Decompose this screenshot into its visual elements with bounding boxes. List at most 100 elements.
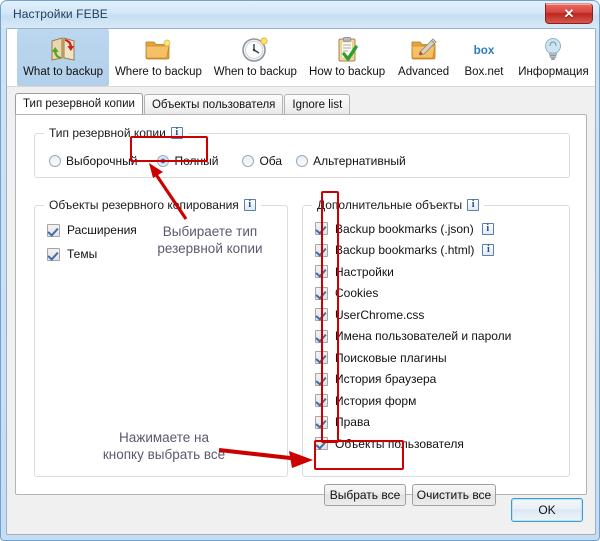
toolbar-label: What to backup [23,66,103,78]
tab-ignore-list[interactable]: Ignore list [284,94,351,114]
checkbox-label: История браузера [335,372,437,387]
toolbar-label: Where to backup [114,66,202,78]
toolbar-item-advanced[interactable]: Advanced [391,29,456,86]
checkbox-browser-history[interactable]: История браузера [315,369,511,391]
clock-icon [239,33,271,65]
checkbox-label: История форм [335,393,417,408]
radio-alternative[interactable]: Альтернативный [292,152,416,170]
additional-objects-legend: Дополнительные объекты [312,198,485,212]
backup-objects-legend-text: Объекты резервного копирования [49,198,239,212]
checkbox-label: Расширения [67,223,137,237]
checkbox-indicator [315,265,328,279]
checkbox-form-history[interactable]: История форм [315,390,511,412]
toolbar-label: How to backup [309,66,386,78]
svg-text:box: box [474,44,495,57]
checkbox-permissions[interactable]: Права [315,412,511,434]
checkbox-label: UserChrome.css [335,307,425,322]
checkbox-label: Backup bookmarks (.html) [335,243,475,258]
backup-type-legend-text: Тип резервной копии [49,126,166,140]
folder-icon [142,33,174,65]
checkbox-usernames-passwords[interactable]: Имена пользователей и пароли [315,326,511,348]
checkbox-label: Поисковые плагины [335,350,447,365]
radio-label: Оба [259,154,283,168]
checkbox-settings[interactable]: Настройки [315,261,511,283]
ok-button[interactable]: OK [511,498,583,522]
window-title: Настройки FEBE [13,7,108,21]
annotation-backup-type-text: Выбираете тип резервной копии [157,224,263,256]
backup-type-group: Тип резервной копии Выборочный Полный Об… [34,126,570,178]
ok-button-label: OK [538,503,556,517]
backup-type-radio-row: Выборочный Полный Оба Альтернативный [45,152,416,170]
checkbox-backup-bookmarks-html[interactable]: Backup bookmarks (.html) [315,240,474,262]
tab-backup-type[interactable]: Тип резервной копии [15,93,143,114]
checkbox-indicator [315,222,328,236]
checkbox-indicator [47,223,60,237]
checkbox-label: Cookies [335,286,379,301]
folder-pencil-icon [408,33,440,65]
radio-indicator [242,155,255,167]
checkbox-label: Темы [67,247,98,261]
checkbox-indicator [315,329,328,343]
radio-indicator [296,155,309,167]
close-button[interactable]: ✕ [545,3,593,24]
checkbox-label: Имена пользователей и пароли [335,329,512,344]
box-logo-icon: box [468,33,500,65]
select-all-button[interactable]: Выбрать все [324,484,406,506]
checkbox-label: Backup bookmarks (.json) [335,221,474,236]
backup-type-legend: Тип резервной копии [44,126,188,140]
checkbox-indicator [315,243,328,257]
toolbar-item-box-net[interactable]: box Box.net [456,29,512,86]
toolbar-label: Информация [518,66,589,78]
checkbox-indicator [315,308,328,322]
clear-all-button[interactable]: Очистить все [412,484,496,506]
backup-objects-list: Расширения Темы [47,220,137,264]
info-icon[interactable] [481,222,494,235]
radio-selective[interactable]: Выборочный [45,152,147,170]
additional-objects-legend-text: Дополнительные объекты [317,198,463,212]
checkbox-indicator [315,394,328,408]
settings-window: Настройки FEBE ✕ What to backup Where to… [0,0,600,541]
lightbulb-icon [537,33,569,65]
checkbox-search-plugins[interactable]: Поисковые плагины [315,347,511,369]
close-icon: ✕ [563,6,575,21]
checkbox-label: Права [335,415,370,430]
radio-label: Альтернативный [313,154,406,168]
clipboard-check-icon [331,33,363,65]
info-icon[interactable] [170,127,183,139]
checkbox-label: Настройки [335,264,394,279]
radio-label: Полный [174,154,219,168]
tab-strip: Тип резервной копии Объекты пользователя… [15,93,595,114]
additional-objects-group: Дополнительные объекты Backup bookmarks … [302,198,570,477]
radio-indicator [49,155,61,167]
toolbar-item-how-to-backup[interactable]: How to backup [303,29,391,86]
radio-both[interactable]: Оба [234,152,292,170]
checkbox-indicator [315,415,328,429]
info-icon[interactable] [482,244,495,257]
checkbox-extensions[interactable]: Расширения [47,220,137,240]
toolbar-item-what-to-backup[interactable]: What to backup [17,29,110,86]
checkbox-label: Объекты пользователя [335,436,464,451]
checkbox-backup-bookmarks-json[interactable]: Backup bookmarks (.json) [315,218,474,240]
checkbox-themes[interactable]: Темы [47,244,137,264]
tab-user-objects[interactable]: Объекты пользователя [143,94,284,114]
checkbox-indicator [315,372,328,386]
info-icon[interactable] [243,199,256,211]
additional-objects-list: Backup bookmarks (.json) Backup bookmark… [315,218,511,455]
checkbox-indicator [315,351,328,365]
checkbox-userchrome-css[interactable]: UserChrome.css [315,304,511,326]
toolbar-label: When to backup [213,66,297,78]
list-item: Backup bookmarks (.html) [315,240,511,262]
annotation-select-all-text: Нажимаете на кнопку выбрать все [102,430,226,462]
radio-indicator [157,155,170,167]
info-icon[interactable] [467,199,480,211]
list-item: Backup bookmarks (.json) [315,218,511,240]
checkbox-user-objects[interactable]: Объекты пользователя [315,433,511,455]
title-bar: Настройки FEBE ✕ [1,1,599,28]
toolbar-item-information[interactable]: Информация [512,29,595,86]
toolbar-label: Advanced [398,66,450,78]
radio-full[interactable]: Полный [147,152,234,170]
toolbar-label: Box.net [464,66,504,78]
toolbar-item-where-to-backup[interactable]: Where to backup [109,29,208,86]
checkbox-cookies[interactable]: Cookies [315,283,511,305]
toolbar-item-when-to-backup[interactable]: When to backup [208,29,303,86]
